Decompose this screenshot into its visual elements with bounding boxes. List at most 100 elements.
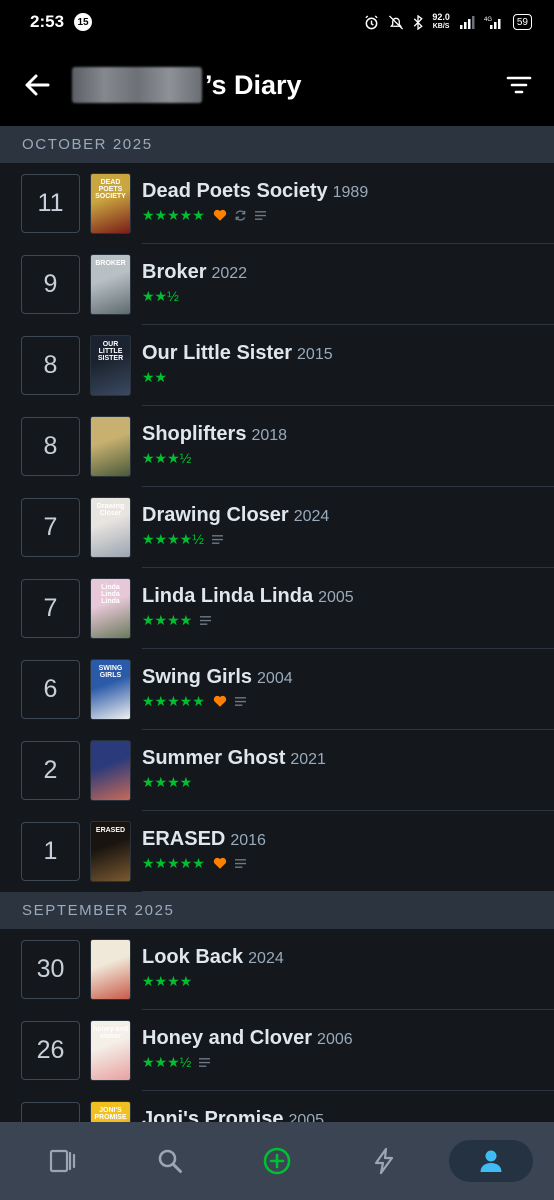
redacted-username <box>72 67 202 103</box>
star-rating: ★★★★ <box>142 972 193 989</box>
entry-meta: ★★★★★ <box>142 206 554 224</box>
entry-day: 9 <box>21 255 80 314</box>
diary-entry-row[interactable]: JONI'S PROMISE Joni's Promise 2005 <box>0 1091 554 1122</box>
poster-title-text: BROKER <box>95 260 126 267</box>
star-rating: ★★★½ <box>142 449 192 466</box>
film-title[interactable]: Honey and Clover <box>142 1027 312 1050</box>
diary-entry-row[interactable]: 7 Drawing Closer Drawing Closer 2024 ★★★★½ <box>0 487 554 568</box>
battery-indicator: 59 <box>512 14 532 30</box>
row-divider <box>142 891 554 892</box>
film-title[interactable]: Linda Linda Linda <box>142 585 313 608</box>
film-title[interactable]: Broker <box>142 261 206 284</box>
film-title[interactable]: Look Back <box>142 946 243 969</box>
month-section-header: SEPTEMBER 2025 <box>0 892 554 929</box>
film-year: 2022 <box>211 265 248 282</box>
star-rating: ★★½ <box>142 287 179 304</box>
film-poster[interactable]: Drawing Closer <box>90 497 131 558</box>
entry-meta: ★★★½ <box>142 449 554 467</box>
entry-info: Summer Ghost 2021 ★★★★ <box>142 747 554 791</box>
diary-entry-row[interactable]: 11 DEAD POETS SOCIETY Dead Poets Society 19… <box>0 163 554 244</box>
entry-day <box>21 1102 80 1122</box>
entry-meta: ★★★★★ <box>142 692 554 710</box>
entry-meta: ★★½ <box>142 287 554 305</box>
page-title-suffix: ’s Diary <box>205 69 302 100</box>
diary-entry-row[interactable]: 7 Linda Linda Linda Linda Linda Linda 2005 ★… <box>0 568 554 649</box>
diary-entry-row[interactable]: 30 Look Back 2024 ★★★★ <box>0 929 554 1010</box>
film-title[interactable]: Joni's Promise <box>142 1108 283 1122</box>
diary-list[interactable]: OCTOBER 2025 11 DEAD POETS SOCIETY Dead Poe… <box>0 126 554 1122</box>
film-poster[interactable]: JONI'S PROMISE <box>90 1101 131 1122</box>
film-poster[interactable] <box>90 939 131 1000</box>
star-rating: ★★★★★ <box>142 692 205 709</box>
entry-day: 30 <box>21 940 80 999</box>
film-year: 2005 <box>318 589 354 606</box>
nav-search[interactable] <box>128 1140 212 1182</box>
poster-title-text: SWING GIRLS <box>98 665 123 679</box>
entry-day: 8 <box>21 417 80 476</box>
film-title[interactable]: Shoplifters <box>142 423 246 446</box>
film-title[interactable]: Summer Ghost <box>142 747 285 770</box>
entry-info: Joni's Promise 2005 <box>142 1108 554 1122</box>
star-rating: ★★★★ <box>142 773 193 790</box>
poster-title-text: OUR LITTLE SISTER <box>97 341 124 362</box>
diary-entry-row[interactable]: 1 ERASED ERASED 2016 ★★★★★ <box>0 811 554 892</box>
film-title[interactable]: Dead Poets Society <box>142 180 328 203</box>
person-icon <box>480 1150 502 1172</box>
entry-info: Linda Linda Linda 2005 ★★★★ <box>142 585 554 629</box>
poster-title-text: honey and clover <box>92 1026 128 1040</box>
diary-entry-row[interactable]: 26 honey and clover Honey and Clover 2006 ★★… <box>0 1010 554 1091</box>
diary-entry-row[interactable]: 2 Summer Ghost 2021 ★★★★ <box>0 730 554 811</box>
entry-day: 2 <box>21 741 80 800</box>
film-poster[interactable]: BROKER <box>90 254 131 315</box>
nav-add[interactable] <box>235 1140 319 1182</box>
film-year: 2018 <box>251 427 288 444</box>
diary-entry-row[interactable]: 8 OUR LITTLE SISTER Our Little Sister 2015 ★… <box>0 325 554 406</box>
plus-circle-icon <box>263 1147 291 1175</box>
film-poster[interactable]: DEAD POETS SOCIETY <box>90 173 131 234</box>
diary-entry-row[interactable]: 8 Shoplifters 2018 ★★★½ <box>0 406 554 487</box>
mute-icon <box>389 14 404 30</box>
poster-title-text: ERASED <box>95 827 126 834</box>
film-title[interactable]: Drawing Closer <box>142 504 289 527</box>
film-poster[interactable] <box>90 416 131 477</box>
film-poster[interactable]: honey and clover <box>90 1020 131 1081</box>
nav-films[interactable] <box>21 1140 105 1182</box>
liked-heart-icon <box>213 857 226 869</box>
entry-info: Shoplifters 2018 ★★★½ <box>142 423 554 467</box>
film-year: 2024 <box>293 508 330 525</box>
entry-info: Dead Poets Society 1989 ★★★★★ <box>142 180 554 224</box>
film-poster[interactable]: OUR LITTLE SISTER <box>90 335 131 396</box>
entry-info: Our Little Sister 2015 ★★ <box>142 342 554 386</box>
film-year: 1989 <box>332 184 369 201</box>
back-button[interactable] <box>22 70 52 100</box>
poster-title-text: Drawing Closer <box>96 503 125 517</box>
film-poster[interactable] <box>90 740 131 801</box>
diary-entry-row[interactable]: 6 SWING GIRLS Swing Girls 2004 ★★★★★ <box>0 649 554 730</box>
film-title[interactable]: Swing Girls <box>142 666 252 689</box>
film-poster[interactable]: SWING GIRLS <box>90 659 131 720</box>
poster-title-text: Linda Linda Linda <box>101 584 120 605</box>
review-lines-icon <box>199 1057 211 1067</box>
liked-heart-icon <box>213 209 226 221</box>
film-title[interactable]: Our Little Sister <box>142 342 292 365</box>
signal-icon <box>459 16 475 29</box>
entry-meta: ★★★½ <box>142 1053 554 1071</box>
film-year: 2006 <box>317 1031 353 1048</box>
nav-profile[interactable] <box>448 1140 533 1182</box>
liked-heart-icon <box>213 695 226 707</box>
poster-title-text: DEAD POETS SOCIETY <box>95 179 126 200</box>
diary-entry-row[interactable]: 9 BROKER Broker 2022 ★★½ <box>0 244 554 325</box>
film-title[interactable]: ERASED <box>142 828 225 851</box>
arrow-left-icon <box>25 74 50 96</box>
film-year: 2005 <box>288 1112 325 1122</box>
network-speed: 92.0 KB/S <box>432 12 450 31</box>
entry-day: 7 <box>21 498 80 557</box>
status-icons: 92.0 KB/S 4G 59 <box>364 13 532 31</box>
alarm-icon <box>365 14 378 29</box>
film-poster[interactable]: ERASED <box>90 821 131 882</box>
film-card-icon <box>50 1149 76 1173</box>
entry-info: Broker 2022 ★★½ <box>142 261 554 305</box>
nav-activity[interactable] <box>342 1140 426 1182</box>
film-poster[interactable]: Linda Linda Linda <box>90 578 131 639</box>
filter-button[interactable] <box>504 70 534 100</box>
